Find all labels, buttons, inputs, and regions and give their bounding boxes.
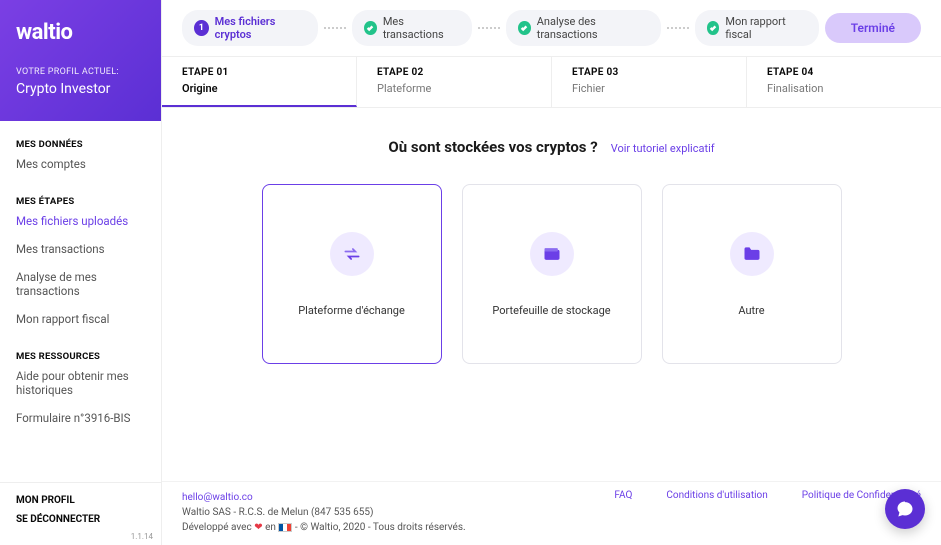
footer-dev: Développé avec ❤ en - © Waltio, 2020 - T…: [182, 522, 466, 533]
footer-links: FAQ Conditions d'utilisation Politique d…: [614, 490, 921, 501]
wizard-step-label: Mon rapport fiscal: [725, 15, 806, 41]
logo: waltio: [16, 20, 145, 45]
footer-faq[interactable]: FAQ: [614, 490, 632, 501]
profile-name: Crypto Investor: [16, 81, 145, 97]
etape-title: Origine: [182, 82, 336, 95]
card-wallet[interactable]: Portefeuille de stockage: [462, 184, 642, 364]
nav-aide-historiques[interactable]: Aide pour obtenir mes historiques: [0, 362, 161, 404]
etape-tab-4[interactable]: ETAPE 04 Finalisation: [747, 57, 941, 107]
wizard-step-1[interactable]: 1 Mes fichiers cryptos: [182, 10, 318, 46]
nav-mon-profil[interactable]: MON PROFIL: [16, 495, 145, 506]
etape-tabs: ETAPE 01 Origine ETAPE 02 Plateforme ETA…: [162, 56, 941, 108]
nav-fichiers-uploades[interactable]: Mes fichiers uploadés: [0, 207, 161, 235]
side-heading-etapes: MES ÉTAPES: [0, 196, 161, 207]
wizard-bar: 1 Mes fichiers cryptos Mes transactions …: [162, 0, 941, 56]
main: 1 Mes fichiers cryptos Mes transactions …: [161, 0, 941, 545]
nav-deconnecter[interactable]: SE DÉCONNECTER: [16, 514, 145, 525]
nav-mes-transactions[interactable]: Mes transactions: [0, 235, 161, 263]
etape-tab-1[interactable]: ETAPE 01 Origine: [162, 57, 357, 107]
exchange-icon: [330, 232, 374, 276]
footer-email[interactable]: hello@waltio.co: [182, 492, 253, 503]
footer-left: hello@waltio.co Waltio SAS - R.C.S. de M…: [182, 490, 466, 535]
version-label: 1.1.14: [131, 532, 153, 541]
folder-icon: [730, 232, 774, 276]
chat-button[interactable]: [885, 489, 925, 529]
chat-icon: [895, 499, 915, 519]
nav-rapport-fiscal[interactable]: Mon rapport fiscal: [0, 305, 161, 333]
check-icon: [707, 21, 720, 35]
wallet-icon: [530, 232, 574, 276]
etape-title: Plateforme: [377, 82, 531, 95]
card-label: Portefeuille de stockage: [492, 304, 610, 317]
nav-analyse-transactions[interactable]: Analyse de mes transactions: [0, 263, 161, 305]
tutorial-link[interactable]: Voir tutoriel explicatif: [611, 142, 715, 155]
option-cards: Plateforme d'échange Portefeuille de sto…: [202, 184, 901, 364]
etape-tab-3[interactable]: ETAPE 03 Fichier: [552, 57, 747, 107]
card-other[interactable]: Autre: [662, 184, 842, 364]
etape-number: ETAPE 03: [572, 67, 726, 78]
content-area: Où sont stockées vos cryptos ? Voir tuto…: [162, 108, 941, 481]
sidebar-nav: MES DONNÉES Mes comptes MES ÉTAPES Mes f…: [0, 121, 161, 482]
card-label: Autre: [738, 304, 764, 317]
wizard-step-label: Mes fichiers cryptos: [215, 15, 306, 41]
etape-number: ETAPE 01: [182, 67, 336, 78]
etape-title: Finalisation: [767, 82, 921, 95]
etape-number: ETAPE 02: [377, 67, 531, 78]
card-label: Plateforme d'échange: [298, 304, 405, 317]
wizard-divider: [667, 27, 689, 29]
check-icon: [364, 21, 377, 35]
nav-mes-comptes[interactable]: Mes comptes: [0, 150, 161, 178]
heart-icon: ❤: [254, 522, 262, 533]
check-icon: [518, 21, 531, 35]
wizard-step-2[interactable]: Mes transactions: [352, 10, 472, 46]
page-question: Où sont stockées vos cryptos ?: [388, 138, 597, 156]
profile-label: VOTRE PROFIL ACTUEL:: [16, 67, 145, 77]
etape-number: ETAPE 04: [767, 67, 921, 78]
footer-company: Waltio SAS - R.C.S. de Melun (847 535 65…: [182, 507, 373, 518]
step-number-badge: 1: [194, 20, 209, 36]
france-flag-icon: [278, 523, 292, 532]
wizard-divider: [478, 27, 500, 29]
card-exchange[interactable]: Plateforme d'échange: [262, 184, 442, 364]
footer-terms[interactable]: Conditions d'utilisation: [666, 490, 767, 501]
side-heading-data: MES DONNÉES: [0, 139, 161, 150]
nav-formulaire-3916[interactable]: Formulaire n°3916-BIS: [0, 404, 161, 432]
wizard-step-4[interactable]: Mon rapport fiscal: [695, 10, 819, 46]
footer: hello@waltio.co Waltio SAS - R.C.S. de M…: [162, 481, 941, 545]
done-button[interactable]: Terminé: [825, 13, 921, 43]
sidebar-header: waltio VOTRE PROFIL ACTUEL: Crypto Inves…: [0, 0, 161, 121]
sidebar-bottom: MON PROFIL SE DÉCONNECTER 1.1.14: [0, 482, 161, 545]
wizard-step-3[interactable]: Analyse des transactions: [506, 10, 661, 46]
wizard-divider: [324, 27, 346, 29]
wizard-step-label: Mes transactions: [383, 15, 460, 41]
sidebar: waltio VOTRE PROFIL ACTUEL: Crypto Inves…: [0, 0, 161, 545]
etape-tab-2[interactable]: ETAPE 02 Plateforme: [357, 57, 552, 107]
etape-title: Fichier: [572, 82, 726, 95]
side-heading-ressources: MES RESSOURCES: [0, 351, 161, 362]
wizard-step-label: Analyse des transactions: [537, 15, 649, 41]
